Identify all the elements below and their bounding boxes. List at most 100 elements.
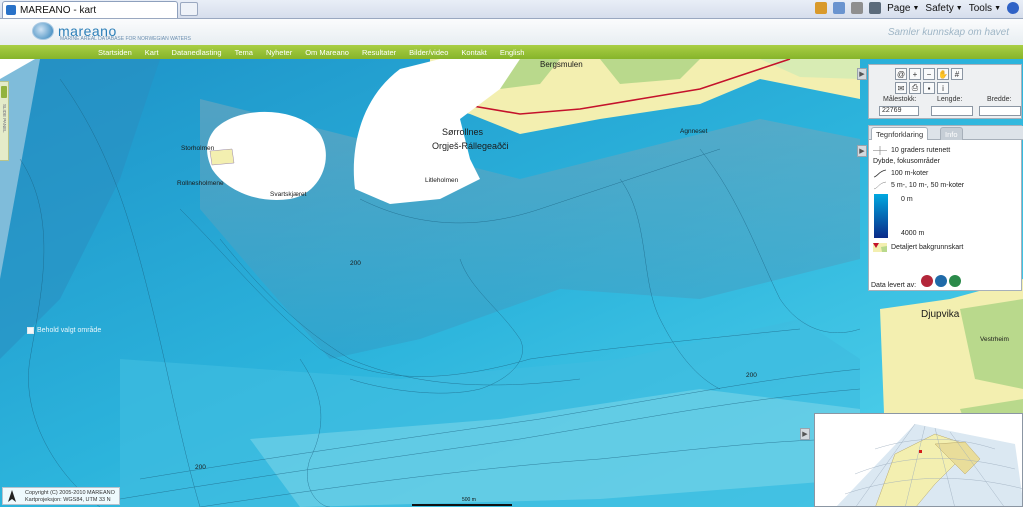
chevron-down-icon: ▼ xyxy=(912,4,920,12)
legend-label: 5 m-, 10 m-, 50 m-koter xyxy=(891,182,965,189)
legend-label: 10 graders rutenett xyxy=(891,147,951,154)
contour-line-icon xyxy=(873,181,887,190)
info-icon[interactable]: i xyxy=(937,82,949,94)
length-label: Lengde: xyxy=(937,96,963,103)
map-tool-panel: @ + − ✋ # ✉ ⎙ ▪ i Målestokk: 22769 Lengd… xyxy=(868,64,1022,119)
scalebar-label: 500 m xyxy=(462,497,476,503)
help-icon[interactable] xyxy=(1007,2,1019,14)
place-label: Bergsmulen xyxy=(540,60,583,69)
tool-row: ✉ ⎙ ▪ i xyxy=(895,82,949,94)
browser-toolbar: MAREANO - kart Page ▼ Safety ▼ Tools ▼ xyxy=(0,0,1023,19)
tab-info[interactable]: Info xyxy=(940,127,963,140)
tab-legend[interactable]: Tegnforklaring xyxy=(871,127,929,140)
overview-collapse-button[interactable]: ▶ xyxy=(800,428,810,440)
nav-item-bilder-video[interactable]: Bilder/video xyxy=(409,48,448,57)
keep-area-checkbox[interactable] xyxy=(27,327,34,334)
place-label: Svartskjæret xyxy=(270,191,307,198)
nav-item-tema[interactable]: Tema xyxy=(235,48,253,57)
place-label: Sørrollnes xyxy=(442,127,484,137)
legend-heading: Dybde, fokusområder xyxy=(873,158,940,165)
place-label: Orgješ-Rállegeaðči xyxy=(432,141,509,151)
left-tab-label: SLIDE PANEL xyxy=(2,104,7,133)
page-menu[interactable]: Page ▼ xyxy=(887,3,919,14)
length-field[interactable] xyxy=(931,106,973,116)
projection-text: Kartprojeksjon: WGS84, UTM 33 N xyxy=(25,497,111,503)
save-icon[interactable]: ▪ xyxy=(923,82,935,94)
background-map-icon xyxy=(873,243,887,252)
keep-area-label: Behold valgt område xyxy=(37,327,102,334)
print-icon[interactable] xyxy=(869,2,882,14)
legend-item-background: Detaljert bakgrunnskart xyxy=(873,243,963,252)
chevron-down-icon: ▼ xyxy=(955,4,963,12)
logo-mark-icon xyxy=(32,22,54,40)
chevron-down-icon: ▼ xyxy=(994,4,1001,12)
scalebar-line xyxy=(412,504,512,506)
browser-tab[interactable]: MAREANO - kart xyxy=(2,1,178,18)
mail-icon[interactable]: ✉ xyxy=(895,82,907,94)
nav-item-nyheter[interactable]: Nyheter xyxy=(266,48,292,57)
print-icon[interactable]: ⎙ xyxy=(909,82,921,94)
legend-item-contour100: 100 m-koter xyxy=(873,169,928,178)
place-label: Storholmen xyxy=(181,145,215,152)
data-provider-label: Data levert av: xyxy=(871,282,917,289)
depth-top-label: 0 m xyxy=(901,196,913,203)
place-label: Vestrheim xyxy=(980,336,1009,343)
partner-logo-icon[interactable] xyxy=(935,275,947,287)
scale-field[interactable]: 22769 xyxy=(879,106,919,116)
copyright-text: Copyright (C) 2005-2010 MAREANO xyxy=(25,490,115,496)
legend-panel: Tegnforklaring Info 10 graders rutenett … xyxy=(868,125,1023,291)
feeds-icon[interactable] xyxy=(833,2,846,14)
site-header: mareano MARINE AREAL DATABASE FOR NORWEG… xyxy=(0,19,1023,45)
contour-label: 200 xyxy=(746,372,757,379)
partner-logo-icon[interactable] xyxy=(949,275,961,287)
partner-logos xyxy=(921,275,961,287)
tools-menu[interactable]: Tools ▼ xyxy=(969,3,1001,14)
legend-item-contour-fine: 5 m-, 10 m-, 50 m-koter xyxy=(873,181,964,190)
legend-label: Detaljert bakgrunnskart xyxy=(891,244,964,251)
nav-item-resultater[interactable]: Resultater xyxy=(362,48,396,57)
nav-item-om-mareano[interactable]: Om Mareano xyxy=(305,48,349,57)
logo-subtext: MARINE AREAL DATABASE FOR NORWEGIAN WATE… xyxy=(60,36,191,42)
place-label: Djupvika xyxy=(921,309,960,320)
contour-label: 200 xyxy=(195,464,206,471)
contour-line-icon xyxy=(873,169,887,178)
zoom-out-icon[interactable]: − xyxy=(923,68,935,80)
left-slide-panel-tab[interactable]: SLIDE PANEL xyxy=(0,81,9,161)
safety-menu[interactable]: Safety ▼ xyxy=(925,3,962,14)
overview-map[interactable] xyxy=(814,413,1023,507)
tool-panel-collapse-button[interactable]: ▶ xyxy=(857,68,867,80)
keep-area-option[interactable]: Behold valgt område xyxy=(27,327,101,334)
site-tagline: Samler kunnskap om havet xyxy=(887,27,1009,38)
nav-item-startsiden[interactable]: Startsiden xyxy=(98,48,132,57)
nav-item-english[interactable]: English xyxy=(500,48,525,57)
home-icon[interactable] xyxy=(815,2,828,14)
legend-collapse-button[interactable]: ▶ xyxy=(857,145,867,157)
legend-tabs: Tegnforklaring Info xyxy=(869,126,1023,140)
safety-menu-label: Safety xyxy=(925,2,954,14)
overview-map-graphic xyxy=(815,414,1022,506)
page-menu-label: Page xyxy=(887,2,911,14)
grid-lines-icon xyxy=(873,146,887,155)
nav-item-kart[interactable]: Kart xyxy=(145,48,159,57)
width-field[interactable] xyxy=(979,106,1021,116)
grid-icon[interactable]: # xyxy=(951,68,963,80)
new-tab-button[interactable] xyxy=(180,2,198,16)
tool-row: @ + − ✋ # xyxy=(895,68,963,80)
legend-heading-label: Dybde, fokusområder xyxy=(873,158,940,165)
pan-hand-icon[interactable]: ✋ xyxy=(937,68,949,80)
mail-icon[interactable] xyxy=(851,2,864,14)
place-label: Litleholmen xyxy=(425,177,459,184)
north-arrow-icon xyxy=(8,490,16,502)
partner-logo-icon[interactable] xyxy=(921,275,933,287)
depth-bottom-label: 4000 m xyxy=(901,230,925,237)
favicon-icon xyxy=(6,5,16,15)
depth-color-ramp xyxy=(874,194,888,238)
nav-item-kontakt[interactable]: Kontakt xyxy=(461,48,486,57)
main-nav: Startsiden Kart Datanedlasting Tema Nyhe… xyxy=(0,45,1023,59)
zoom-in-icon[interactable]: + xyxy=(909,68,921,80)
contour-label: 200 xyxy=(350,260,361,267)
scale-bar: 500 m xyxy=(412,497,512,507)
nav-item-datanedlasting[interactable]: Datanedlasting xyxy=(172,48,222,57)
tools-menu-label: Tools xyxy=(968,2,993,14)
at-icon[interactable]: @ xyxy=(895,68,907,80)
